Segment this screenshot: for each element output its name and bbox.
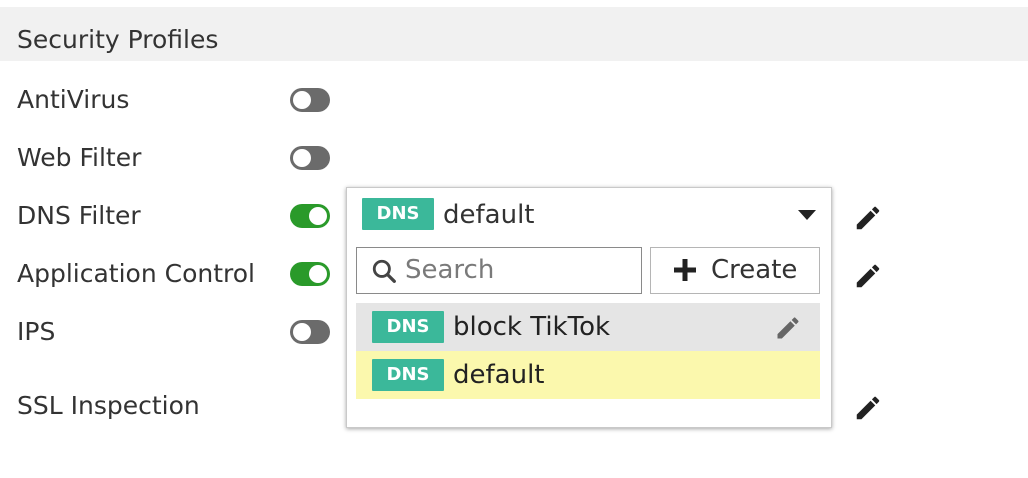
caret-down-icon[interactable]: [798, 210, 816, 220]
option-label: default: [453, 360, 545, 390]
dns-badge: DNS: [372, 311, 444, 343]
application-control-label: Application Control: [17, 259, 256, 288]
ssl-inspection-label: SSL Inspection: [17, 391, 200, 420]
dns-filter-edit-pencil-icon[interactable]: [853, 203, 883, 233]
dns-badge: DNS: [362, 198, 434, 230]
toggle-knob: [309, 207, 327, 225]
section-title: Security Profiles: [17, 25, 219, 54]
web-filter-toggle[interactable]: [290, 146, 330, 170]
create-label: Create: [711, 255, 798, 285]
ssl-inspection-edit-pencil-icon[interactable]: [853, 393, 883, 423]
application-control-toggle[interactable]: [290, 262, 330, 286]
toggle-knob: [293, 149, 311, 167]
create-button[interactable]: Create: [650, 247, 820, 294]
option-default[interactable]: DNS default: [356, 351, 820, 399]
option-label: block TikTok: [453, 312, 611, 342]
ips-toggle[interactable]: [290, 320, 330, 344]
selected-profile-value: default: [443, 200, 535, 230]
dns-filter-label: DNS Filter: [17, 201, 141, 230]
plus-icon: [674, 259, 696, 281]
toggle-knob: [293, 323, 311, 341]
antivirus-toggle[interactable]: [290, 88, 330, 112]
search-box[interactable]: [356, 247, 642, 294]
dns-filter-toggle[interactable]: [290, 204, 330, 228]
dns-filter-dropdown: DNS default Create DNS block TikTok DNS …: [346, 187, 832, 428]
web-filter-label: Web Filter: [17, 143, 142, 172]
search-icon: [372, 259, 396, 283]
toggle-knob: [309, 265, 327, 283]
ips-label: IPS: [17, 317, 56, 346]
option-edit-pencil-icon[interactable]: [774, 314, 802, 342]
option-block-tiktok[interactable]: DNS block TikTok: [356, 303, 820, 351]
search-input[interactable]: [405, 254, 631, 286]
antivirus-label: AntiVirus: [17, 85, 130, 114]
dns-badge: DNS: [372, 359, 444, 391]
toggle-knob: [293, 91, 311, 109]
section-header: Security Profiles: [0, 7, 1028, 61]
dns-filter-select[interactable]: DNS default: [347, 188, 831, 244]
application-control-edit-pencil-icon[interactable]: [853, 261, 883, 291]
